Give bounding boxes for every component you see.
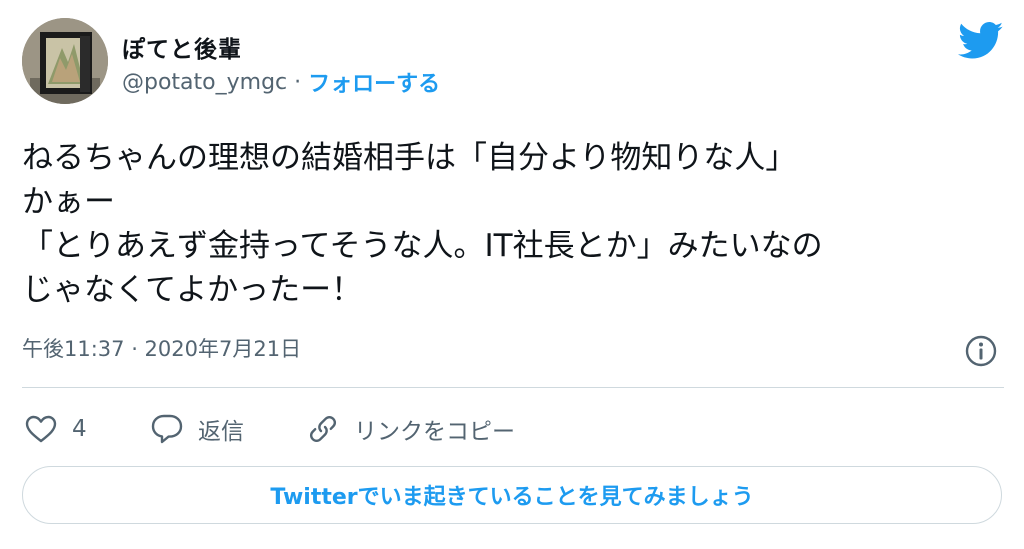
like-count: 4: [72, 416, 87, 442]
user-handle[interactable]: @potato_ymgc: [122, 70, 287, 95]
info-icon[interactable]: [964, 334, 998, 368]
copy-link-button[interactable]: リンクをコピー: [306, 410, 515, 448]
tweet-text-line: じゃなくてよかったー！: [22, 272, 363, 308]
display-name[interactable]: ぽてと後輩: [122, 30, 242, 64]
twitter-bird-icon[interactable]: [958, 22, 1004, 60]
avatar[interactable]: [22, 18, 108, 104]
tweet-text: ねるちゃんの理想の結婚相手は「自分より物知りな人」 かぁー 「とりあえず金持って…: [22, 136, 1012, 312]
embedded-tweet-card: ぽてと後輩 @potato_ymgc · フォローする ねるちゃんの理想の結婚相…: [0, 0, 1024, 549]
tweet-text-line: ねるちゃんの理想の結婚相手は「自分より物知りな人」: [22, 140, 797, 176]
reply-button[interactable]: 返信: [150, 410, 244, 448]
avatar-image: [22, 18, 108, 104]
see-whats-happening-button[interactable]: Twitterでいま起きていることを見てみましょう: [22, 466, 1002, 524]
separator-dot: ·: [294, 69, 302, 95]
like-button[interactable]: 4: [24, 410, 87, 448]
divider: [22, 387, 1004, 388]
tweet-text-line: かぁー: [22, 184, 115, 220]
tweet-timestamp[interactable]: 午後11:37 · 2020年7月21日: [22, 333, 301, 363]
speech-bubble-icon: [151, 414, 183, 444]
reply-label: 返信: [198, 419, 244, 445]
tweet-text-line: 「とりあえず金持ってそうな人。IT社長とか」みたいなの: [22, 228, 823, 264]
heart-icon: [25, 415, 57, 443]
copy-link-label: リンクをコピー: [354, 419, 515, 445]
follow-link[interactable]: フォローする: [308, 66, 440, 98]
link-icon: [309, 415, 337, 443]
handle-row: @potato_ymgc · フォローする: [122, 66, 440, 98]
